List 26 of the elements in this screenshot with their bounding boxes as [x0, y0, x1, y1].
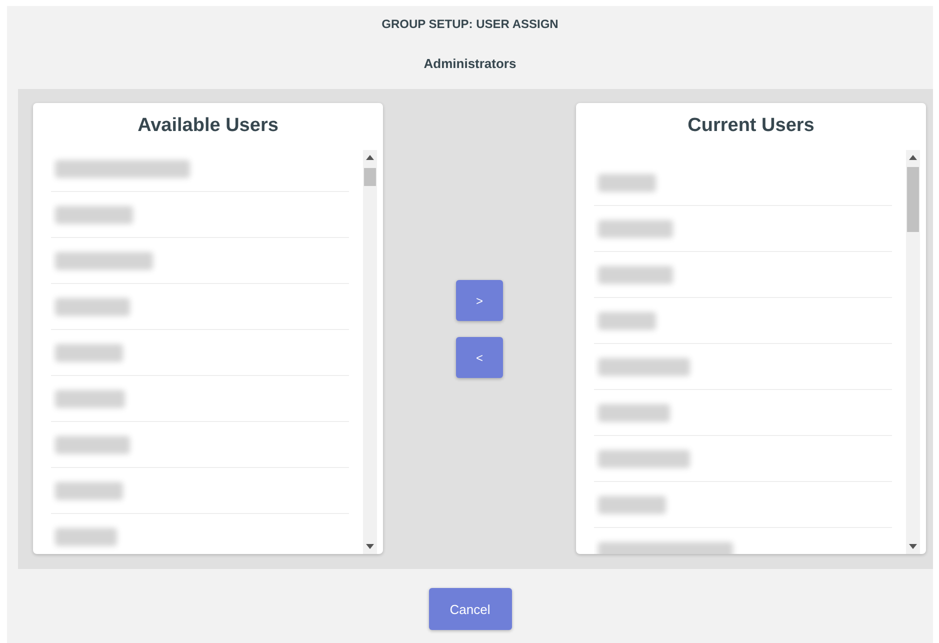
scrollbar[interactable] [363, 150, 377, 554]
group-name: Administrators [422, 56, 518, 71]
blurred-user-name[interactable] [598, 312, 656, 330]
add-button[interactable]: > [456, 280, 503, 321]
scrollbar[interactable] [906, 150, 920, 554]
cancel-button[interactable]: Cancel [428, 588, 512, 630]
blurred-user-name[interactable] [55, 160, 190, 178]
list-title: Available Users [136, 116, 280, 138]
blurred-user-name[interactable] [598, 174, 656, 192]
blurred-user-name[interactable] [55, 298, 130, 316]
blurred-user-name[interactable] [598, 220, 673, 238]
remove-button[interactable]: < [456, 337, 503, 378]
blurred-user-name[interactable] [55, 344, 123, 362]
list-title: Current Users [686, 116, 816, 138]
blurred-user-name[interactable] [55, 252, 153, 270]
blurred-user-name[interactable] [598, 404, 670, 422]
blurred-user-name[interactable] [55, 436, 130, 454]
blurred-user-name[interactable] [598, 266, 673, 284]
blurred-user-name[interactable] [55, 206, 133, 224]
page-title: GROUP SETUP: USER ASSIGN [380, 17, 560, 31]
blurred-user-name[interactable] [598, 450, 690, 468]
blurred-user-name[interactable] [55, 390, 125, 408]
blurred-user-name[interactable] [598, 496, 666, 514]
blurred-user-name[interactable] [55, 528, 117, 546]
blurred-user-name[interactable] [55, 482, 123, 500]
blurred-user-name[interactable] [598, 358, 690, 376]
